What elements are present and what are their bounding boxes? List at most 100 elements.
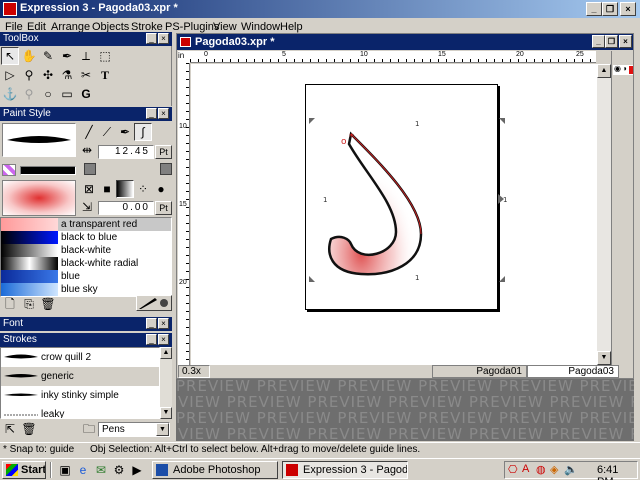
hand-icon[interactable]: ✋	[20, 47, 38, 65]
brush-icon[interactable]: ✎	[39, 47, 57, 65]
paint-style-close-button[interactable]: ×	[158, 108, 169, 119]
font-close-button[interactable]: ×	[158, 318, 169, 329]
quicklaunch-ie-icon[interactable]: e	[74, 461, 92, 479]
save-gradient-icon[interactable]: ⎘	[20, 295, 38, 313]
pattern-color-swatch-2[interactable]	[160, 163, 172, 175]
tray-red-icon[interactable]: ◍	[536, 463, 546, 476]
scroll-down-button[interactable]: ▼	[597, 351, 611, 365]
scissors-icon[interactable]: ✂	[77, 66, 95, 84]
magnify-disabled-icon[interactable]: ⚲	[20, 85, 38, 103]
clock[interactable]: 6:41 PM	[597, 464, 637, 480]
toolbox-minimize-button[interactable]: _	[146, 33, 157, 44]
stroke-width-input[interactable]: 12.45	[98, 145, 154, 159]
tray-shield-icon[interactable]: ◈	[550, 463, 558, 476]
strokes-close-button[interactable]: ×	[158, 334, 169, 345]
list-item[interactable]: black-white	[1, 244, 171, 257]
calligraphy-icon[interactable]: ✒	[116, 123, 134, 141]
hook-shape[interactable]	[328, 131, 423, 276]
list-item[interactable]: crow quill 2	[1, 348, 159, 367]
menu-view[interactable]: View	[213, 21, 237, 33]
strokes-minimize-button[interactable]: _	[146, 334, 157, 345]
eye-icon[interactable]: ◉	[614, 64, 621, 73]
top-ruler[interactable]: 0 5 10 15 20 25	[190, 51, 596, 63]
stroke-edit-icon[interactable]: ⇱	[1, 420, 19, 438]
texture-fill-icon[interactable]: ⁘	[134, 180, 152, 198]
pattern-slider[interactable]	[20, 166, 76, 175]
list-item[interactable]: black-white radial	[1, 257, 171, 270]
quicklaunch-outlook-icon[interactable]: ✉	[92, 461, 110, 479]
tray-adobe-icon[interactable]: A	[522, 463, 529, 475]
artwork-layer[interactable]: o * 1 1 1 1	[191, 64, 597, 365]
corner-handle[interactable]	[499, 276, 505, 282]
pattern-color-swatch[interactable]	[84, 163, 96, 175]
taskbar-expression-button[interactable]: Expression 3 - Pagoda...	[282, 461, 408, 479]
ellipse-tool-icon[interactable]: ○	[39, 85, 57, 103]
corner-handle[interactable]	[309, 276, 315, 282]
quicklaunch-desktop-icon[interactable]: ▣	[56, 461, 74, 479]
scroll-up-button[interactable]: ▲	[597, 64, 611, 78]
toolbox-close-button[interactable]: ×	[158, 33, 169, 44]
paint-style-minimize-button[interactable]: _	[146, 108, 157, 119]
menu-help[interactable]: Help	[280, 21, 303, 33]
stroke-trash-icon[interactable]: 🗑	[20, 420, 38, 438]
pen-nib-icon[interactable]: ✒	[58, 47, 76, 65]
doc-restore-button[interactable]: ❐	[605, 35, 618, 48]
doc-close-button[interactable]: ×	[619, 35, 632, 48]
anchor-star-marker[interactable]: *	[349, 132, 354, 143]
width-arrows-icon[interactable]: ⇹	[78, 141, 96, 159]
direct-select-icon[interactable]: ▷	[1, 66, 19, 84]
close-button[interactable]: ×	[620, 2, 636, 16]
node-edit-icon[interactable]: ✣	[39, 66, 57, 84]
list-item[interactable]: leaky	[1, 405, 159, 418]
tab-pagoda03[interactable]: Pagoda03	[527, 365, 619, 378]
vertical-scrollbar[interactable]: ▲ ▼	[597, 64, 611, 365]
corner-handle[interactable]	[499, 118, 505, 124]
taskbar-photoshop-button[interactable]: Adobe Photoshop	[152, 461, 278, 479]
zoom-icon[interactable]: ⚲	[20, 66, 38, 84]
new-gradient-icon[interactable]: 🗋	[1, 295, 19, 313]
arrow-select-icon[interactable]: ↖	[1, 47, 19, 65]
offset-icon[interactable]: ⇲	[78, 198, 96, 216]
rectangle-tool-icon[interactable]: ▭	[58, 85, 76, 103]
gradient-direction-button[interactable]	[136, 295, 172, 311]
tray-volume-icon[interactable]: 🔈	[564, 463, 578, 476]
list-item[interactable]: black to blue	[1, 231, 171, 244]
trash-icon[interactable]: 🗑	[39, 295, 57, 313]
add-point-icon[interactable]: ⟂	[77, 47, 95, 65]
left-ruler[interactable]: 10 15 20	[178, 63, 190, 365]
stroke-category-select[interactable]: Pens ▼	[98, 422, 170, 437]
chevron-down-icon[interactable]: ▼	[156, 423, 169, 436]
layer-row[interactable]: ◉ ◑	[613, 64, 633, 75]
list-item[interactable]: blue	[1, 270, 171, 283]
document-title-bar[interactable]: Pagoda03.xpr * _ ❐ ×	[177, 34, 633, 50]
list-item[interactable]: a transparent red	[1, 218, 171, 231]
pattern-swatch[interactable]	[2, 164, 16, 176]
lock-icon[interactable]: ◑	[622, 64, 627, 73]
radial-fill-icon[interactable]: ●	[152, 180, 170, 198]
start-point-marker[interactable]: o	[341, 137, 347, 147]
font-minimize-button[interactable]: _	[146, 318, 157, 329]
corner-handle[interactable]	[309, 118, 315, 124]
text-tool-icon[interactable]: T	[96, 66, 114, 84]
app-icon[interactable]	[3, 2, 17, 16]
list-item[interactable]: generic	[1, 367, 159, 386]
restore-button[interactable]: ❐	[602, 2, 618, 16]
gradient-offset-input[interactable]: 0.00	[98, 201, 154, 215]
menu-window[interactable]: Window	[241, 21, 280, 33]
spiral-tool-icon[interactable]: G	[77, 85, 95, 103]
folder-icon[interactable]: 🗀	[80, 420, 98, 438]
line-stroke-icon[interactable]: ╱	[80, 123, 98, 141]
doc-minimize-button[interactable]: _	[592, 35, 605, 48]
eyedropper-icon[interactable]: ⚗	[58, 66, 76, 84]
list-item[interactable]: inky stinky simple	[1, 386, 159, 405]
menu-ps-plugins[interactable]: PS-Plugins	[165, 21, 219, 33]
quicklaunch-app-icon[interactable]: ⚙	[110, 461, 128, 479]
minimize-button[interactable]: _	[586, 2, 602, 16]
stroke-list-scrollbar[interactable]: ▲ ▼	[160, 347, 172, 419]
tray-acrobat-icon[interactable]: ⎔	[508, 463, 518, 476]
thick-stroke-icon[interactable]: ⟋	[98, 123, 116, 141]
app-title-bar[interactable]: Expression 3 - Pagoda03.xpr * _ ❐ ×	[0, 0, 640, 18]
gradient-fill-icon[interactable]	[116, 180, 134, 198]
marquee-icon[interactable]: ⬚	[96, 47, 114, 65]
drawing-canvas[interactable]: o * 1 1 1 1	[191, 64, 597, 365]
